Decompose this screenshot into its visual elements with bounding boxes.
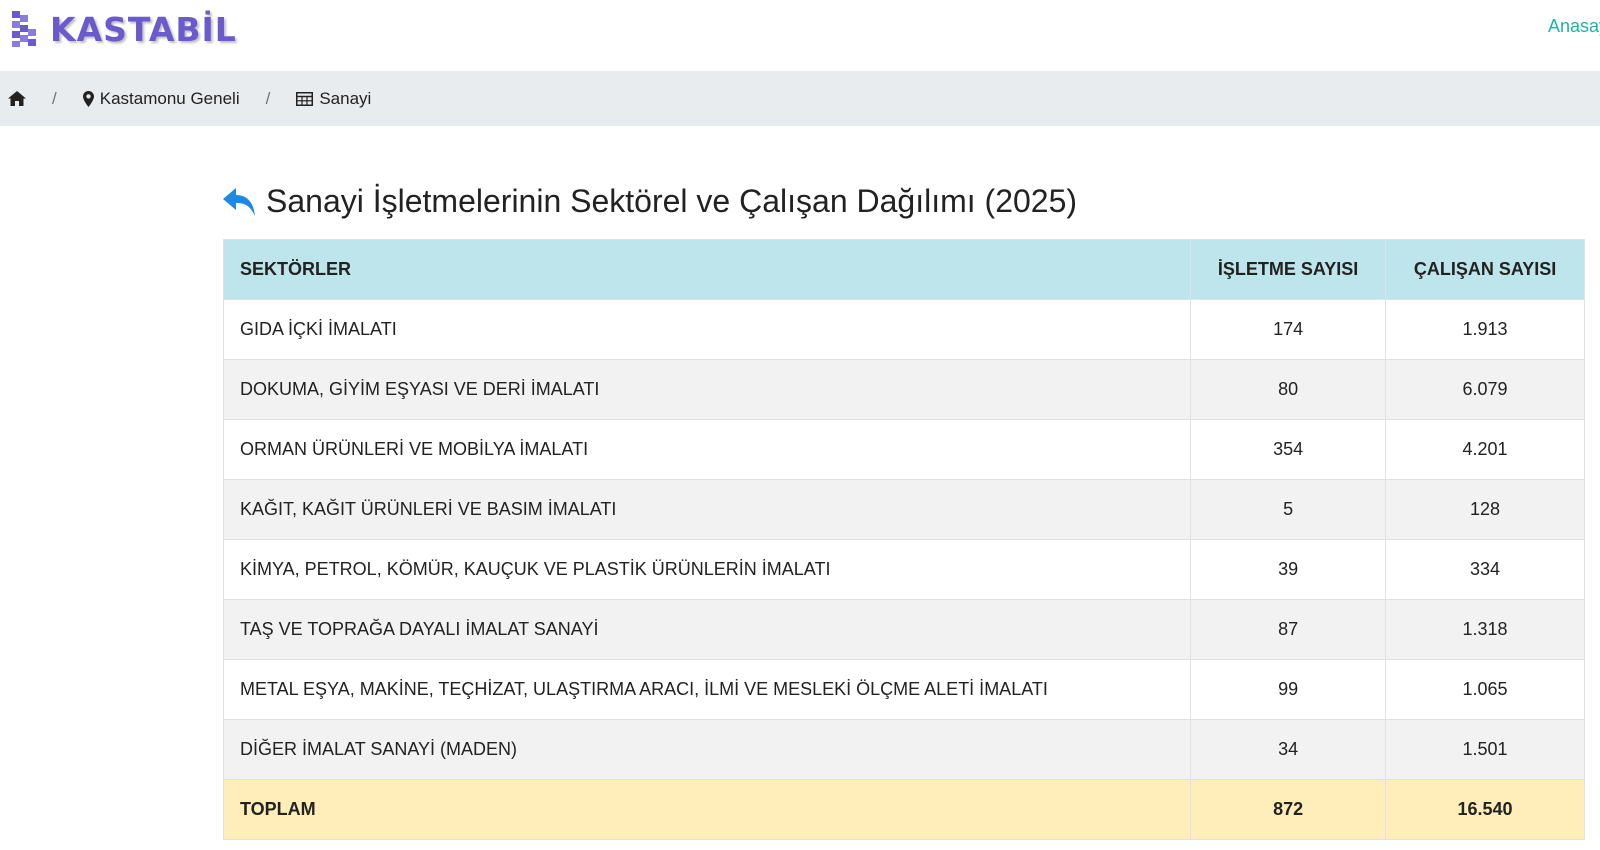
- cell-firms: 80: [1190, 359, 1387, 420]
- breadcrumb-label: Kastamonu Geneli: [99, 88, 240, 108]
- top-navbar: KASTABİL Anasayfa: [0, 0, 1600, 71]
- column-header-sector: SEKTÖRLER: [222, 239, 1192, 300]
- breadcrumb-item-sanayi[interactable]: Sanayi: [296, 89, 371, 109]
- total-employees: 16.540: [1385, 779, 1585, 840]
- page-title: Sanayi İşletmelerinin Sektörel ve Çalışa…: [266, 183, 1078, 219]
- breadcrumb-label: Sanayi: [319, 88, 372, 108]
- cell-firms: 39: [1190, 539, 1387, 600]
- table-row: TAŞ VE TOPRAĞA DAYALI İMALAT SANAYİ 87 1…: [222, 599, 1585, 660]
- table-icon: [296, 91, 314, 106]
- table-row: DİĞER İMALAT SANAYİ (MADEN) 34 1.501: [222, 719, 1585, 780]
- cell-sector: KİMYA, PETROL, KÖMÜR, KAUÇUK VE PLASTİK …: [222, 539, 1192, 600]
- cell-sector: DOKUMA, GİYİM EŞYASI VE DERİ İMALATI: [222, 359, 1192, 420]
- brand-name: KASTABİL: [50, 9, 237, 49]
- page-heading: Sanayi İşletmelerinin Sektörel ve Çalışa…: [222, 183, 1077, 220]
- breadcrumb-separator: /: [265, 88, 271, 108]
- cell-employees: 1.065: [1385, 659, 1585, 720]
- breadcrumb-home[interactable]: [8, 91, 26, 106]
- cell-firms: 34: [1190, 719, 1387, 780]
- cell-firms: 5: [1190, 479, 1387, 540]
- table-row: GIDA İÇKİ İMALATI 174 1.913: [222, 299, 1585, 360]
- cell-sector: TAŞ VE TOPRAĞA DAYALI İMALAT SANAYİ: [222, 599, 1192, 660]
- cell-employees: 1.913: [1385, 299, 1585, 360]
- total-label: TOPLAM: [222, 779, 1192, 840]
- total-firms: 872: [1190, 779, 1387, 840]
- breadcrumb-item-kastamonu[interactable]: Kastamonu Geneli: [82, 88, 240, 109]
- cell-employees: 1.318: [1385, 599, 1585, 660]
- cell-employees: 4.201: [1385, 419, 1585, 480]
- cell-sector: GIDA İÇKİ İMALATI: [222, 299, 1192, 360]
- table-row: DOKUMA, GİYİM EŞYASI VE DERİ İMALATI 80 …: [222, 359, 1585, 420]
- table-row: KİMYA, PETROL, KÖMÜR, KAUÇUK VE PLASTİK …: [222, 539, 1585, 600]
- cell-firms: 354: [1190, 419, 1387, 480]
- cell-sector: KAĞIT, KAĞIT ÜRÜNLERİ VE BASIM İMALATI: [222, 479, 1192, 540]
- table-total-row: TOPLAM 872 16.540: [222, 779, 1585, 840]
- cell-firms: 87: [1190, 599, 1387, 660]
- cell-employees: 1.501: [1385, 719, 1585, 780]
- cell-sector: METAL EŞYA, MAKİNE, TEÇHİZAT, ULAŞTIRMA …: [222, 659, 1192, 720]
- table-row: ORMAN ÜRÜNLERİ VE MOBİLYA İMALATI 354 4.…: [222, 419, 1585, 480]
- map-marker-icon: [82, 90, 94, 107]
- cell-firms: 99: [1190, 659, 1387, 720]
- cell-sector: ORMAN ÜRÜNLERİ VE MOBİLYA İMALATI: [222, 419, 1192, 480]
- column-header-employees: ÇALIŞAN SAYISI: [1385, 239, 1585, 300]
- table-header-row: SEKTÖRLER İŞLETME SAYISI ÇALIŞAN SAYISI: [222, 239, 1585, 300]
- reply-arrow-icon[interactable]: [222, 185, 258, 219]
- cell-employees: 334: [1385, 539, 1585, 600]
- breadcrumb-separator: /: [52, 88, 57, 108]
- table-row: METAL EŞYA, MAKİNE, TEÇHİZAT, ULAŞTIRMA …: [222, 659, 1585, 720]
- column-header-firms: İŞLETME SAYISI: [1190, 239, 1387, 300]
- sector-table: SEKTÖRLER İŞLETME SAYISI ÇALIŞAN SAYISI …: [222, 239, 1585, 840]
- cell-firms: 174: [1190, 299, 1387, 360]
- home-icon: [8, 91, 26, 106]
- brand-link[interactable]: KASTABİL: [8, 6, 237, 52]
- cell-sector: DİĞER İMALAT SANAYİ (MADEN): [222, 719, 1192, 780]
- logo-icon: [12, 11, 36, 47]
- cell-employees: 6.079: [1385, 359, 1585, 420]
- nav-link-home[interactable]: Anasayfa: [1548, 16, 1600, 37]
- cell-employees: 128: [1385, 479, 1585, 540]
- table-row: KAĞIT, KAĞIT ÜRÜNLERİ VE BASIM İMALATI 5…: [222, 479, 1585, 540]
- breadcrumb: / Kastamonu Geneli / Sanayi: [0, 71, 1600, 126]
